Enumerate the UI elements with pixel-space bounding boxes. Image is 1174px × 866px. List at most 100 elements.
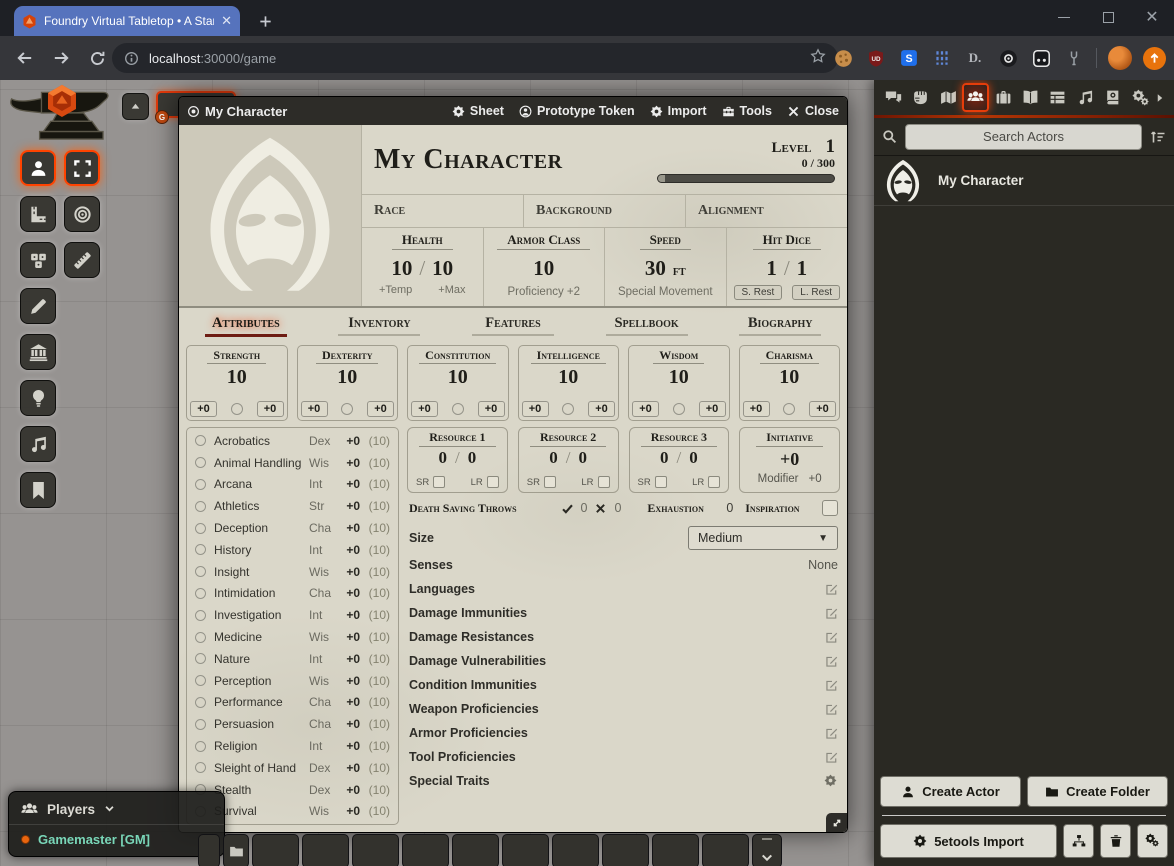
- scene-control-lighting[interactable]: [20, 380, 56, 416]
- sidebar-collapse-icon[interactable]: [1154, 92, 1168, 104]
- ability-score[interactable]: 10: [779, 366, 799, 389]
- initiative-value[interactable]: +0: [780, 449, 799, 470]
- skill-persuasion[interactable]: PersuasionCha+0(10): [187, 713, 398, 735]
- macro-slot-10[interactable]: [702, 834, 749, 866]
- character-portrait[interactable]: [179, 125, 362, 306]
- xp-value[interactable]: 0 / 300: [657, 156, 835, 171]
- macro-slot-5[interactable]: [452, 834, 499, 866]
- skill-prof-radio[interactable]: [195, 588, 206, 599]
- resource-max[interactable]: 0: [468, 448, 477, 468]
- death-success-count[interactable]: 0: [581, 501, 588, 515]
- skill-acrobatics[interactable]: AcrobaticsDex+0(10): [187, 430, 398, 452]
- extension-session-icon[interactable]: S: [898, 47, 920, 69]
- death-failure-count[interactable]: 0: [614, 501, 621, 515]
- skill-prof-radio[interactable]: [195, 741, 206, 752]
- macro-slot-8[interactable]: [602, 834, 649, 866]
- tab-features[interactable]: Features: [446, 315, 580, 338]
- long-rest-button[interactable]: L. Rest: [792, 285, 840, 300]
- scene-control-measure[interactable]: [20, 196, 56, 232]
- character-sheet-window[interactable]: My Character SheetPrototype TokenImportT…: [178, 96, 848, 833]
- macro-folder-button[interactable]: [223, 834, 249, 866]
- hit-dice-stat[interactable]: Hit Dice 1/1 S. Rest L. Rest: [726, 228, 848, 306]
- ability-charisma[interactable]: Charisma10+0+0: [739, 345, 841, 421]
- health-stat[interactable]: Health 10/10 +Temp+Max: [362, 228, 483, 306]
- new-tab-button[interactable]: [252, 8, 278, 34]
- window-resize-handle[interactable]: [826, 813, 847, 832]
- ability-mod[interactable]: +0: [257, 401, 284, 417]
- skill-prof-radio[interactable]: [195, 457, 206, 468]
- skill-intimidation[interactable]: IntimidationCha+0(10): [187, 583, 398, 605]
- skill-sleight-of-hand[interactable]: Sleight of HandDex+0(10): [187, 757, 398, 779]
- settings-button[interactable]: [1137, 824, 1168, 858]
- reload-icon[interactable]: [84, 45, 110, 71]
- players-header[interactable]: Players: [9, 797, 224, 825]
- saving-throw-mod[interactable]: +0: [743, 401, 770, 417]
- resource-max[interactable]: 0: [578, 448, 587, 468]
- macro-slot-4[interactable]: [402, 834, 449, 866]
- actor-avatar[interactable]: [880, 158, 926, 204]
- sidebar-tab-playlists[interactable]: [1072, 83, 1099, 112]
- skill-prof-radio[interactable]: [195, 501, 206, 512]
- sr-checkbox[interactable]: [433, 476, 445, 488]
- foundry-logo-icon[interactable]: [6, 84, 118, 144]
- resource-value[interactable]: 0: [439, 448, 448, 468]
- macro-slot-2[interactable]: [302, 834, 349, 866]
- url-bar[interactable]: localhost:30000/game: [112, 43, 838, 73]
- skill-prof-radio[interactable]: [195, 610, 206, 621]
- lr-checkbox[interactable]: [487, 476, 499, 488]
- tab-spellbook[interactable]: Spellbook: [580, 315, 714, 338]
- hp-max[interactable]: 10: [432, 256, 453, 281]
- saving-throw-mod[interactable]: +0: [301, 401, 328, 417]
- macro-slot-partial[interactable]: [198, 834, 220, 866]
- skill-arcana[interactable]: ArcanaInt+0(10): [187, 474, 398, 496]
- proficiency-radio[interactable]: [562, 403, 574, 415]
- skill-prof-radio[interactable]: [195, 566, 206, 577]
- edit-icon[interactable]: [825, 655, 838, 668]
- skill-deception[interactable]: DeceptionCha+0(10): [187, 517, 398, 539]
- edit-icon[interactable]: [825, 727, 838, 740]
- saving-throw-mod[interactable]: +0: [632, 401, 659, 417]
- game-canvas[interactable]: G My Character SheetPrototype TokenImpor…: [0, 80, 1174, 866]
- skill-investigation[interactable]: InvestigationInt+0(10): [187, 604, 398, 626]
- edit-icon[interactable]: [825, 607, 838, 620]
- resource-3[interactable]: Resource 30/0SRLR: [629, 427, 730, 493]
- extension-dlabel-icon[interactable]: D.: [964, 47, 986, 69]
- ability-mod[interactable]: +0: [588, 401, 615, 417]
- tab-close-icon[interactable]: ✕: [221, 13, 232, 29]
- skill-prof-radio[interactable]: [195, 762, 206, 773]
- proficiency-radio[interactable]: [783, 403, 795, 415]
- tools-button[interactable]: Tools: [722, 104, 772, 118]
- short-rest-button[interactable]: S. Rest: [734, 285, 783, 300]
- skill-medicine[interactable]: MedicineWis+0(10): [187, 626, 398, 648]
- skill-prof-radio[interactable]: [195, 697, 206, 708]
- sort-icon[interactable]: [1150, 129, 1166, 145]
- scene-tool-target[interactable]: [64, 196, 100, 232]
- extension-fork-icon[interactable]: [1063, 47, 1085, 69]
- forward-icon[interactable]: [48, 45, 74, 71]
- scene-control-token[interactable]: [20, 150, 56, 186]
- resource-value[interactable]: 0: [660, 448, 669, 468]
- close-button[interactable]: Close: [787, 104, 839, 118]
- initiative-modifier[interactable]: +0: [809, 473, 822, 485]
- proficiency-radio[interactable]: [673, 403, 685, 415]
- ability-constitution[interactable]: Constitution10+0+0: [407, 345, 509, 421]
- profile-avatar[interactable]: [1108, 46, 1132, 70]
- ability-intelligence[interactable]: Intelligence10+0+0: [518, 345, 620, 421]
- extension-darkbox-icon[interactable]: [1030, 47, 1052, 69]
- death-failure-icon[interactable]: [594, 502, 607, 515]
- prototype-token-button[interactable]: Prototype Token: [519, 104, 635, 118]
- extension-cookie-icon[interactable]: [832, 47, 854, 69]
- window-header[interactable]: My Character SheetPrototype TokenImportT…: [179, 97, 847, 125]
- ability-wisdom[interactable]: Wisdom10+0+0: [628, 345, 730, 421]
- sidebar-tab-actors[interactable]: [962, 83, 989, 112]
- sidebar-tab-compendium[interactable]: [1099, 83, 1126, 112]
- scene-tool-select[interactable]: [64, 150, 100, 186]
- tab-biography[interactable]: Biography: [713, 315, 847, 338]
- ability-mod[interactable]: +0: [699, 401, 726, 417]
- proficiency-radio[interactable]: [231, 403, 243, 415]
- skill-prof-radio[interactable]: [195, 675, 206, 686]
- initiative-box[interactable]: Initiative+0Modifier+0: [739, 427, 840, 493]
- inspiration-checkbox[interactable]: [822, 500, 838, 516]
- ability-score[interactable]: 10: [227, 366, 247, 389]
- skill-insight[interactable]: InsightWis+0(10): [187, 561, 398, 583]
